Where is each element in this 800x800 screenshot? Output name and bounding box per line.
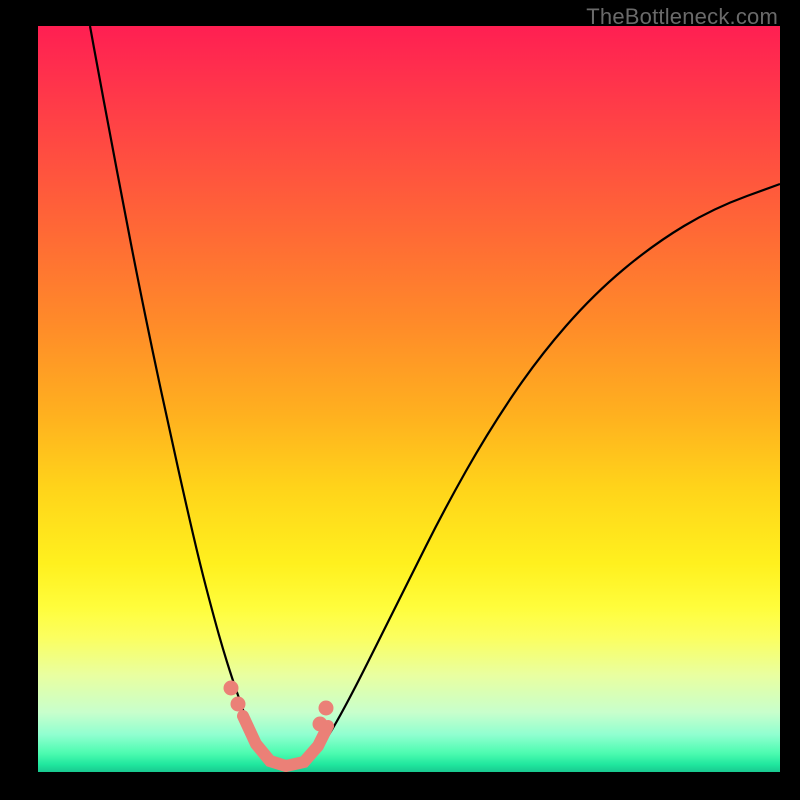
left-curve (90, 26, 288, 766)
chart-frame: TheBottleneck.com (0, 0, 800, 800)
watermark-text: TheBottleneck.com (586, 4, 778, 30)
right-curve (303, 184, 780, 766)
right-dot-upper-icon (319, 701, 334, 716)
left-dot-lower-icon (231, 697, 246, 712)
right-dot-lower-icon (313, 717, 328, 732)
salmon-dot-group (224, 681, 334, 732)
left-dot-upper-icon (224, 681, 239, 696)
plot-area (38, 26, 780, 772)
curve-layer (38, 26, 780, 772)
